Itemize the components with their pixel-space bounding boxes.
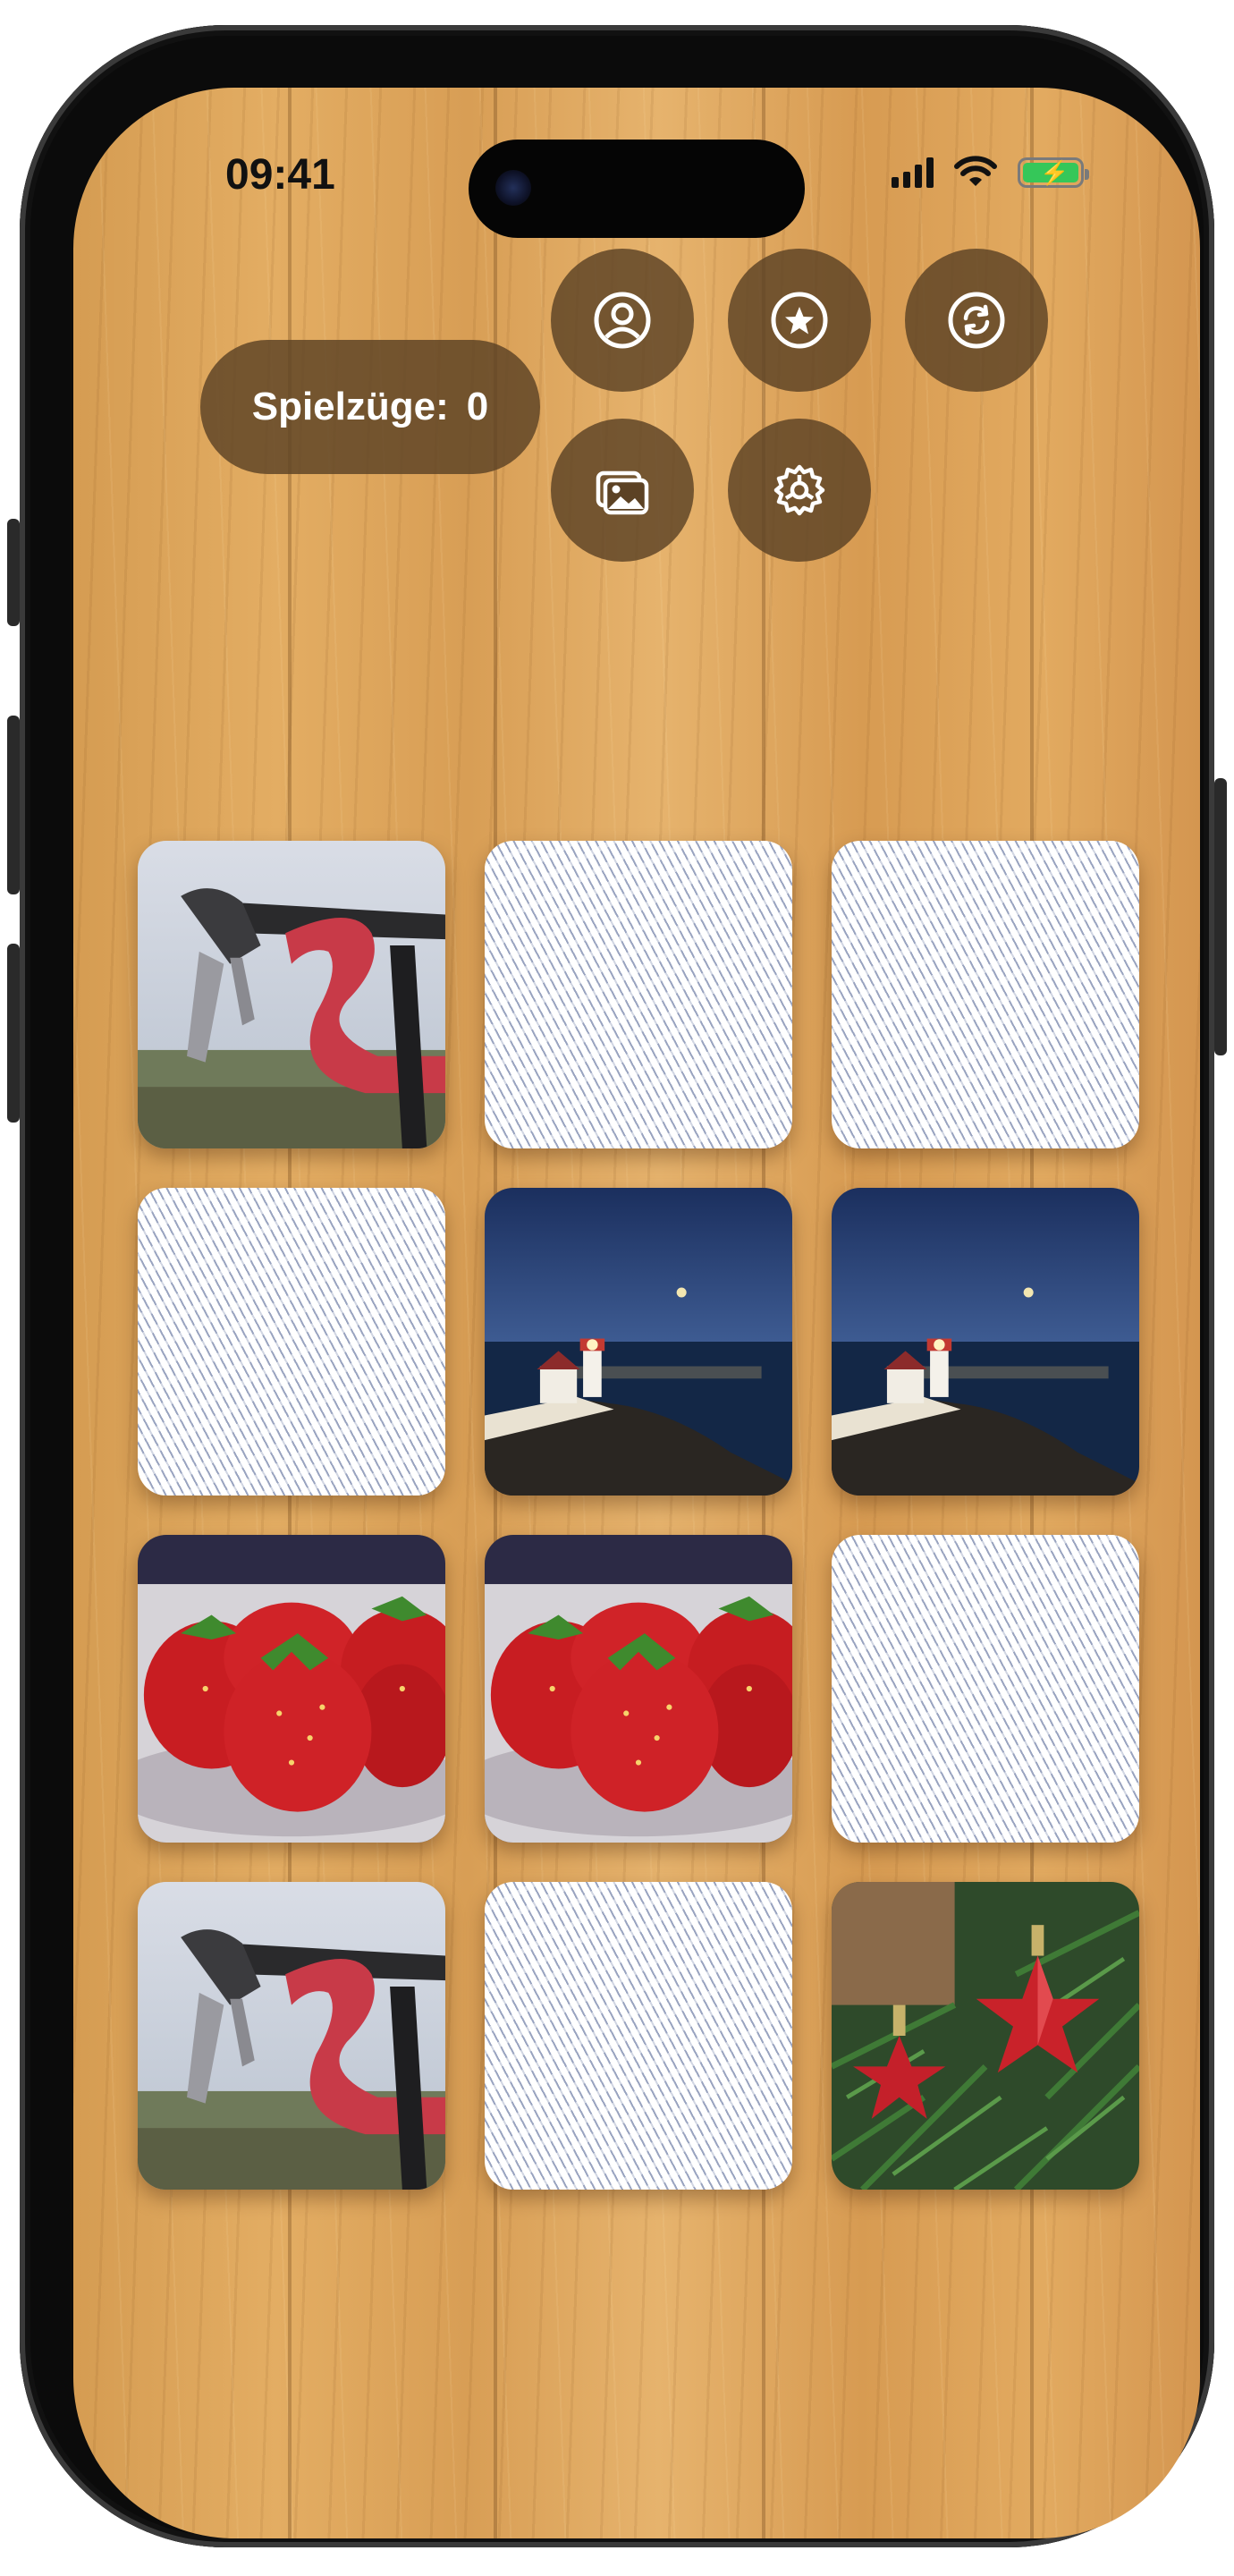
moves-value: 0	[466, 385, 489, 428]
status-time: 09:41	[225, 151, 335, 199]
person-circle-icon	[594, 292, 651, 349]
moves-counter: Spielzüge: 0	[200, 340, 540, 474]
cellular-signal-icon	[892, 157, 934, 188]
volume-up-button	[7, 716, 20, 894]
photos-button[interactable]	[551, 419, 694, 562]
memory-card-christmas-star-ornaments[interactable]	[832, 1882, 1139, 2190]
volume-down-button	[7, 944, 20, 1123]
star-circle-icon	[771, 292, 828, 349]
wifi-icon	[954, 156, 997, 186]
lighthouse-night-photo	[832, 1188, 1139, 1496]
favorites-button[interactable]	[728, 249, 871, 392]
memory-card-back[interactable]	[485, 841, 792, 1148]
dynamic-island	[469, 140, 805, 238]
power-button	[1214, 778, 1227, 1055]
moves-label: Spielzüge:	[251, 385, 449, 428]
memory-card-bicycle-handlebar[interactable]	[138, 1882, 445, 2190]
christmas-star-ornaments-photo	[832, 1882, 1139, 2190]
battery-charging-icon: ⚡	[1018, 157, 1089, 188]
restart-button[interactable]	[905, 249, 1048, 392]
phone-frame: 09:41 ⚡ Spielzüge: 0	[20, 25, 1214, 2547]
memory-card-strawberries[interactable]	[485, 1535, 792, 1843]
memory-card-back[interactable]	[485, 1882, 792, 2190]
memory-card-strawberries[interactable]	[138, 1535, 445, 1843]
settings-button[interactable]	[728, 419, 871, 562]
memory-card-back[interactable]	[832, 1535, 1139, 1843]
memory-card-back[interactable]	[138, 1188, 445, 1496]
photo-gallery-icon	[596, 470, 649, 515]
profile-button[interactable]	[551, 249, 694, 392]
bicycle-handlebar-photo	[138, 841, 445, 1148]
memory-card-lighthouse-night[interactable]	[485, 1188, 792, 1496]
strawberries-photo	[138, 1535, 445, 1843]
memory-card-lighthouse-night[interactable]	[832, 1188, 1139, 1496]
lighthouse-night-photo	[485, 1188, 792, 1496]
action-button	[7, 519, 20, 626]
app-screen: 09:41 ⚡ Spielzüge: 0	[73, 88, 1200, 2538]
status-icons: ⚡	[892, 156, 1089, 190]
strawberries-photo	[485, 1535, 792, 1843]
refresh-circle-icon	[948, 292, 1005, 349]
memory-card-back[interactable]	[832, 841, 1139, 1148]
bicycle-handlebar-photo	[138, 1882, 445, 2190]
gear-icon	[773, 464, 825, 516]
front-camera	[495, 170, 531, 206]
memory-card-bicycle-handlebar[interactable]	[138, 841, 445, 1148]
